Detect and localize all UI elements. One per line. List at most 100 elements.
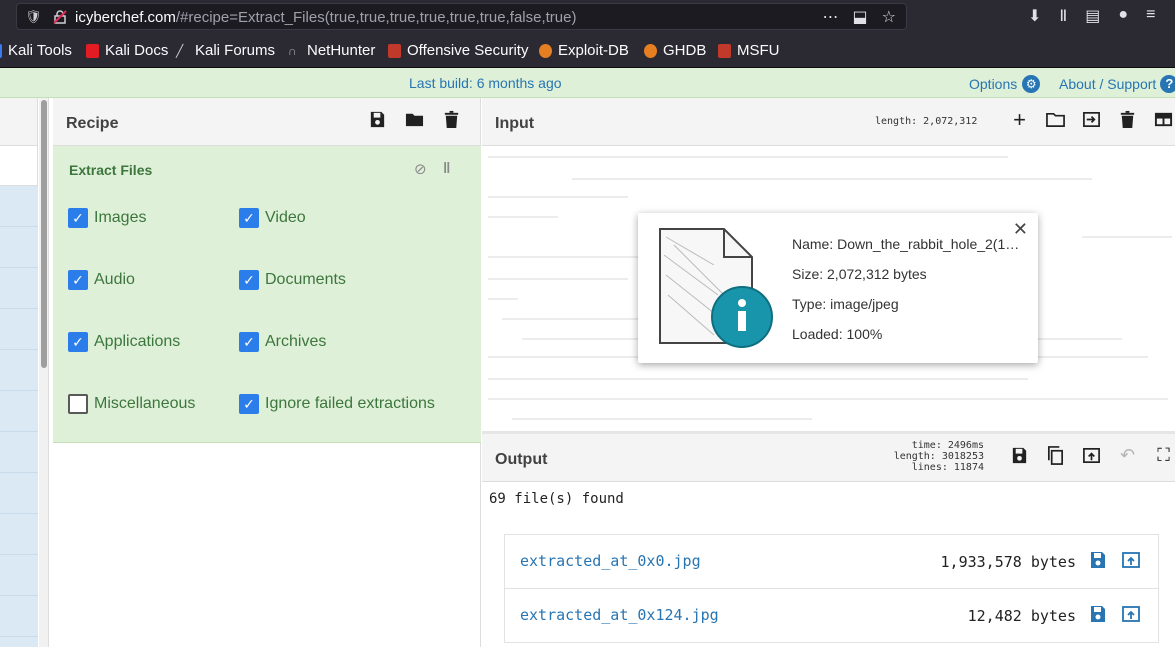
file-type: Type: image/jpeg (792, 296, 899, 312)
output-header: Output time: 2496ms length: 3018253 line… (482, 434, 1175, 482)
list-item[interactable] (0, 555, 38, 596)
kali-tools-icon (0, 43, 2, 58)
cyberchef-banner: Last build: 6 months ago Options ⚙ About … (0, 68, 1175, 98)
bookmark-label: Kali Docs (105, 42, 169, 59)
output-lines: lines: 11874 (911, 462, 984, 473)
clear-input-icon[interactable] (1118, 109, 1137, 130)
recipe-title: Recipe (66, 115, 119, 132)
checkbox-ignore-failed[interactable]: ✓ Ignore failed extractions (239, 394, 435, 414)
bookmark-kali-tools[interactable]: Kali Tools (0, 42, 72, 59)
bookmark-label: Exploit-DB (558, 42, 629, 59)
bookmark-nethunter[interactable]: ∩ NetHunter (288, 42, 375, 59)
replace-input-icon[interactable] (1082, 445, 1101, 466)
file-info-icon (659, 228, 773, 348)
download-file-icon[interactable] (1088, 550, 1108, 570)
checkbox-applications[interactable]: ✓ Applications (68, 332, 180, 352)
checkbox-miscellaneous[interactable]: Miscellaneous (68, 394, 195, 414)
bookmark-exploit-db[interactable]: Exploit-DB (539, 42, 629, 59)
copy-output-icon[interactable] (1046, 445, 1065, 466)
about-support-button[interactable]: About / Support? (1059, 75, 1175, 93)
bookmark-kali-docs[interactable]: Kali Docs (86, 42, 168, 59)
clear-recipe-icon[interactable] (442, 109, 461, 130)
input-header: Input length: 2,072,312 + (482, 98, 1175, 146)
file-link[interactable]: extracted_at_0x0.jpg (520, 552, 701, 570)
save-output-icon[interactable] (1010, 445, 1029, 466)
checkbox-checked-icon[interactable]: ✓ (239, 332, 259, 352)
list-item[interactable] (0, 268, 38, 309)
url-host: icyberchef.com (75, 9, 176, 26)
offensive-security-icon (388, 43, 401, 58)
help-icon: ? (1160, 75, 1175, 93)
bookmark-label: Offensive Security (407, 42, 529, 59)
file-link[interactable]: extracted_at_0x124.jpg (520, 606, 719, 624)
list-item[interactable] (0, 391, 38, 432)
insecure-lock-icon[interactable] (53, 10, 67, 24)
bookmark-msfu[interactable]: MSFU (718, 42, 780, 59)
list-item[interactable] (0, 432, 38, 473)
account-icon[interactable]: ● (1118, 6, 1128, 26)
operations-scrollbar[interactable] (39, 98, 49, 647)
checkbox-documents[interactable]: ✓ Documents (239, 270, 346, 290)
bookmark-offensive-security[interactable]: Offensive Security (388, 42, 528, 59)
checkbox-checked-icon[interactable]: ✓ (239, 394, 259, 414)
options-button[interactable]: Options ⚙ (969, 75, 1041, 93)
save-recipe-icon[interactable] (368, 109, 387, 130)
url-bar[interactable]: 🛡 icyberchef.com/#recipe=Extract_Files(t… (16, 3, 907, 30)
list-item[interactable] (0, 596, 38, 637)
list-item[interactable] (0, 514, 38, 555)
list-item[interactable] (0, 186, 38, 227)
add-input-tab-icon[interactable]: + (1010, 109, 1029, 131)
bookmark-label: Kali Tools (8, 42, 72, 59)
file-details-card: ✕ Name: Down_the_rabbit_hole_2(1… Size: … (638, 213, 1038, 363)
reset-layout-icon[interactable] (1154, 109, 1173, 130)
pocket-icon[interactable]: ⬓ (853, 7, 868, 27)
bookmark-ghdb[interactable]: GHDB (644, 42, 706, 59)
checkbox-checked-icon[interactable]: ✓ (239, 208, 259, 228)
download-file-icon[interactable] (1088, 604, 1108, 624)
operations-search-input[interactable] (0, 146, 37, 186)
bookmark-label: Kali Forums (195, 42, 276, 59)
move-to-input-icon[interactable] (1121, 550, 1141, 570)
output-title: Output (495, 451, 548, 468)
library-icon[interactable]: Ⅱ (1059, 6, 1067, 26)
load-recipe-icon[interactable] (405, 109, 424, 130)
move-to-input-icon[interactable] (1121, 604, 1141, 624)
undo-icon[interactable]: ↶ (1118, 445, 1137, 466)
menu-icon[interactable]: ≡ (1146, 6, 1155, 26)
list-item[interactable] (0, 473, 38, 514)
checkbox-checked-icon[interactable]: ✓ (68, 270, 88, 290)
open-folder-icon[interactable] (1082, 109, 1101, 130)
checkbox-unchecked-icon[interactable] (68, 394, 88, 414)
list-item[interactable] (0, 227, 38, 268)
list-item[interactable] (0, 309, 38, 350)
breakpoint-icon[interactable]: ‖ (443, 160, 450, 177)
nethunter-icon: ∩ (288, 43, 297, 58)
checkbox-checked-icon[interactable]: ✓ (68, 332, 88, 352)
bookmark-label: NetHunter (307, 42, 376, 59)
operations-list[interactable] (0, 186, 38, 647)
file-name: Name: Down_the_rabbit_hole_2(1… (792, 236, 1020, 252)
operation-title: Extract Files (69, 162, 153, 178)
checkbox-checked-icon[interactable]: ✓ (239, 270, 259, 290)
disable-operation-icon[interactable]: ⊘ (414, 160, 427, 178)
operation-extract-files[interactable]: Extract Files ⊘ ‖ ✓ Images ✓ Video ✓ Audio … (53, 146, 481, 443)
options-label: Options (969, 76, 1018, 92)
checkbox-video[interactable]: ✓ Video (239, 208, 306, 228)
sidebar-icon[interactable]: ▤ (1085, 6, 1100, 26)
checkbox-audio[interactable]: ✓ Audio (68, 270, 135, 290)
list-item[interactable] (0, 350, 38, 391)
tracking-shield-icon[interactable]: 🛡 (25, 9, 42, 25)
checkbox-checked-icon[interactable]: ✓ (68, 208, 88, 228)
page-actions-icon[interactable]: ⋯ (823, 7, 839, 27)
checkbox-label: Archives (265, 333, 327, 350)
maximise-output-icon[interactable]: ⛶ (1154, 445, 1173, 466)
checkbox-archives[interactable]: ✓ Archives (239, 332, 326, 352)
checkbox-label: Ignore failed extractions (265, 395, 435, 412)
bookmark-kali-forums[interactable]: ╱ Kali Forums (176, 42, 275, 59)
scrollbar-thumb[interactable] (41, 100, 47, 368)
bookmark-star-icon[interactable]: ☆ (882, 7, 896, 27)
url-text[interactable]: icyberchef.com/#recipe=Extract_Files(tru… (75, 9, 576, 26)
checkbox-images[interactable]: ✓ Images (68, 208, 146, 228)
open-file-icon[interactable] (1046, 109, 1065, 130)
downloads-icon[interactable]: ⬇ (1028, 6, 1041, 26)
